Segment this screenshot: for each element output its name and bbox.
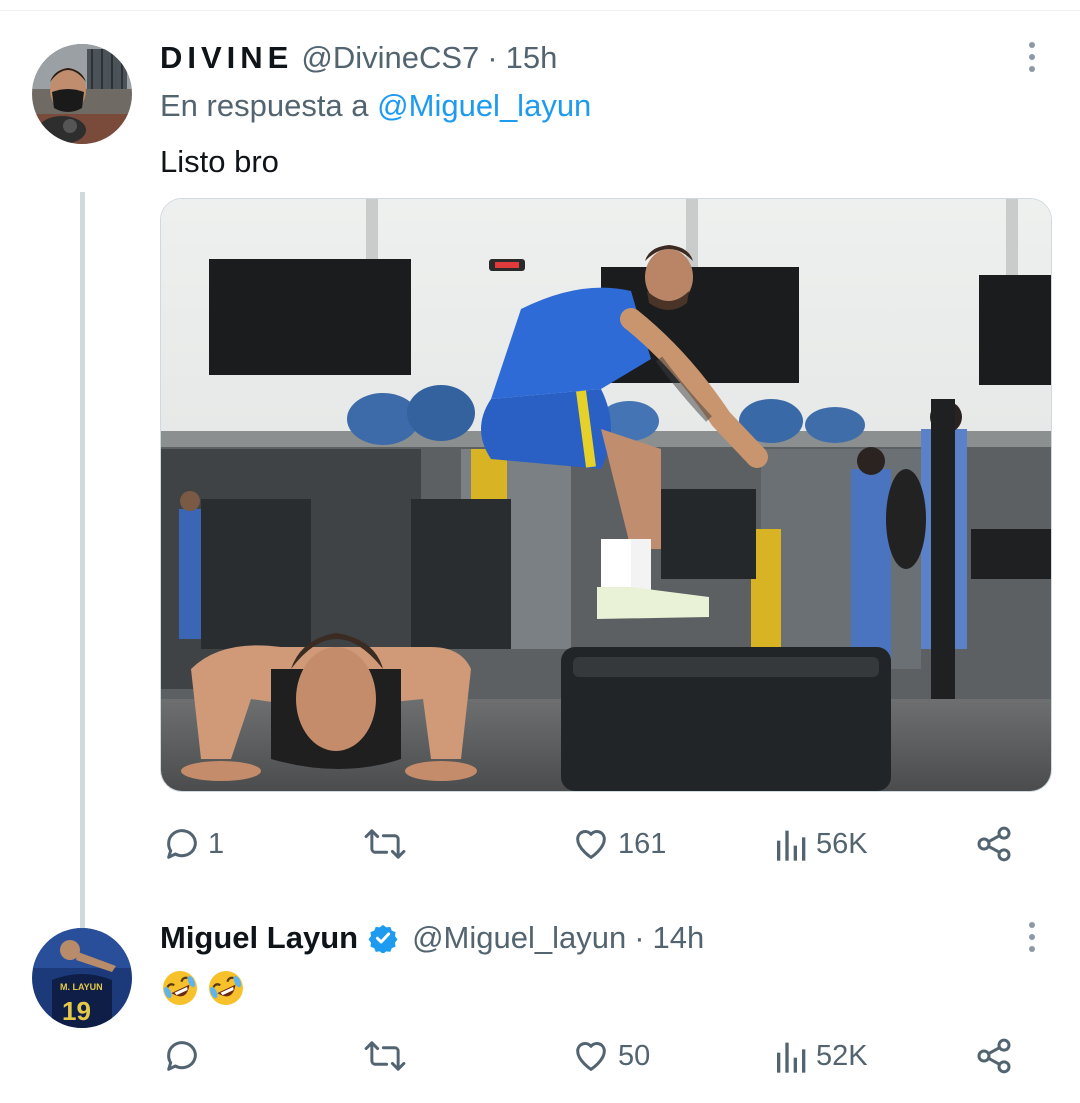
retweet-icon	[364, 829, 406, 859]
avatar[interactable]: M. LAYUN 19	[32, 928, 132, 1028]
share-button[interactable]	[974, 1034, 1014, 1078]
jersey-name: M. LAYUN	[60, 982, 103, 992]
reply-button[interactable]: 1	[162, 822, 224, 866]
views-count: 52K	[816, 1039, 868, 1072]
tweet-text	[160, 968, 246, 1008]
tweet-actions: 50 52K	[160, 1034, 1040, 1078]
reply-icon	[167, 1041, 197, 1071]
views-button[interactable]: 56K	[774, 822, 868, 866]
user-handle[interactable]: @DivineCS7	[301, 40, 479, 76]
user-handle[interactable]: @Miguel_layun	[412, 920, 626, 956]
reply-context: En respuesta a @Miguel_layun	[160, 88, 591, 124]
like-button[interactable]: 50	[570, 1034, 650, 1078]
separator: ·	[634, 920, 645, 955]
rolling-laughing-emoji-icon	[163, 971, 197, 1005]
jersey-number: 19	[62, 996, 91, 1026]
reply-prefix: En respuesta a	[160, 88, 369, 123]
tweet-header: Miguel Layun @Miguel_layun · 14h	[160, 920, 704, 956]
share-button[interactable]	[974, 822, 1014, 866]
retweet-button[interactable]	[362, 822, 408, 866]
display-name[interactable]: Miguel Layun	[160, 920, 358, 956]
tweet-image[interactable]: 4	[160, 198, 1052, 792]
display-name[interactable]: DIVINE	[160, 40, 293, 76]
reply-icon	[167, 829, 197, 859]
thread-connector	[80, 192, 85, 956]
timestamp[interactable]: 14h	[653, 920, 705, 956]
tweet-text: Listo bro	[160, 144, 279, 179]
share-icon	[977, 826, 1011, 862]
like-count: 50	[618, 1039, 651, 1072]
timestamp[interactable]: 15h	[506, 40, 558, 76]
more-options-icon[interactable]	[1026, 922, 1038, 952]
heart-icon	[576, 1042, 606, 1071]
verified-badge-icon	[368, 924, 398, 953]
heart-icon	[576, 830, 606, 859]
reply-to-handle-link[interactable]: @Miguel_layun	[377, 88, 591, 123]
tweet-actions: 1 161 56K	[160, 822, 1040, 866]
like-count: 161	[618, 827, 667, 860]
reply-button[interactable]	[162, 1034, 202, 1078]
views-button[interactable]: 52K	[774, 1034, 868, 1078]
reply-count: 1	[208, 827, 225, 860]
views-chart-icon	[777, 830, 806, 861]
top-divider	[0, 10, 1080, 11]
separator: ·	[487, 40, 498, 75]
retweet-icon	[364, 1041, 406, 1071]
share-icon	[977, 1038, 1011, 1074]
retweet-button[interactable]	[362, 1034, 408, 1078]
more-options-icon[interactable]	[1026, 42, 1038, 72]
avatar[interactable]	[32, 44, 132, 144]
views-count: 56K	[816, 827, 868, 860]
tweet-header: DIVINE @DivineCS7 · 15h	[160, 40, 557, 76]
like-button[interactable]: 161	[570, 822, 666, 866]
views-chart-icon	[777, 1042, 806, 1073]
rolling-laughing-emoji-icon	[209, 971, 243, 1005]
